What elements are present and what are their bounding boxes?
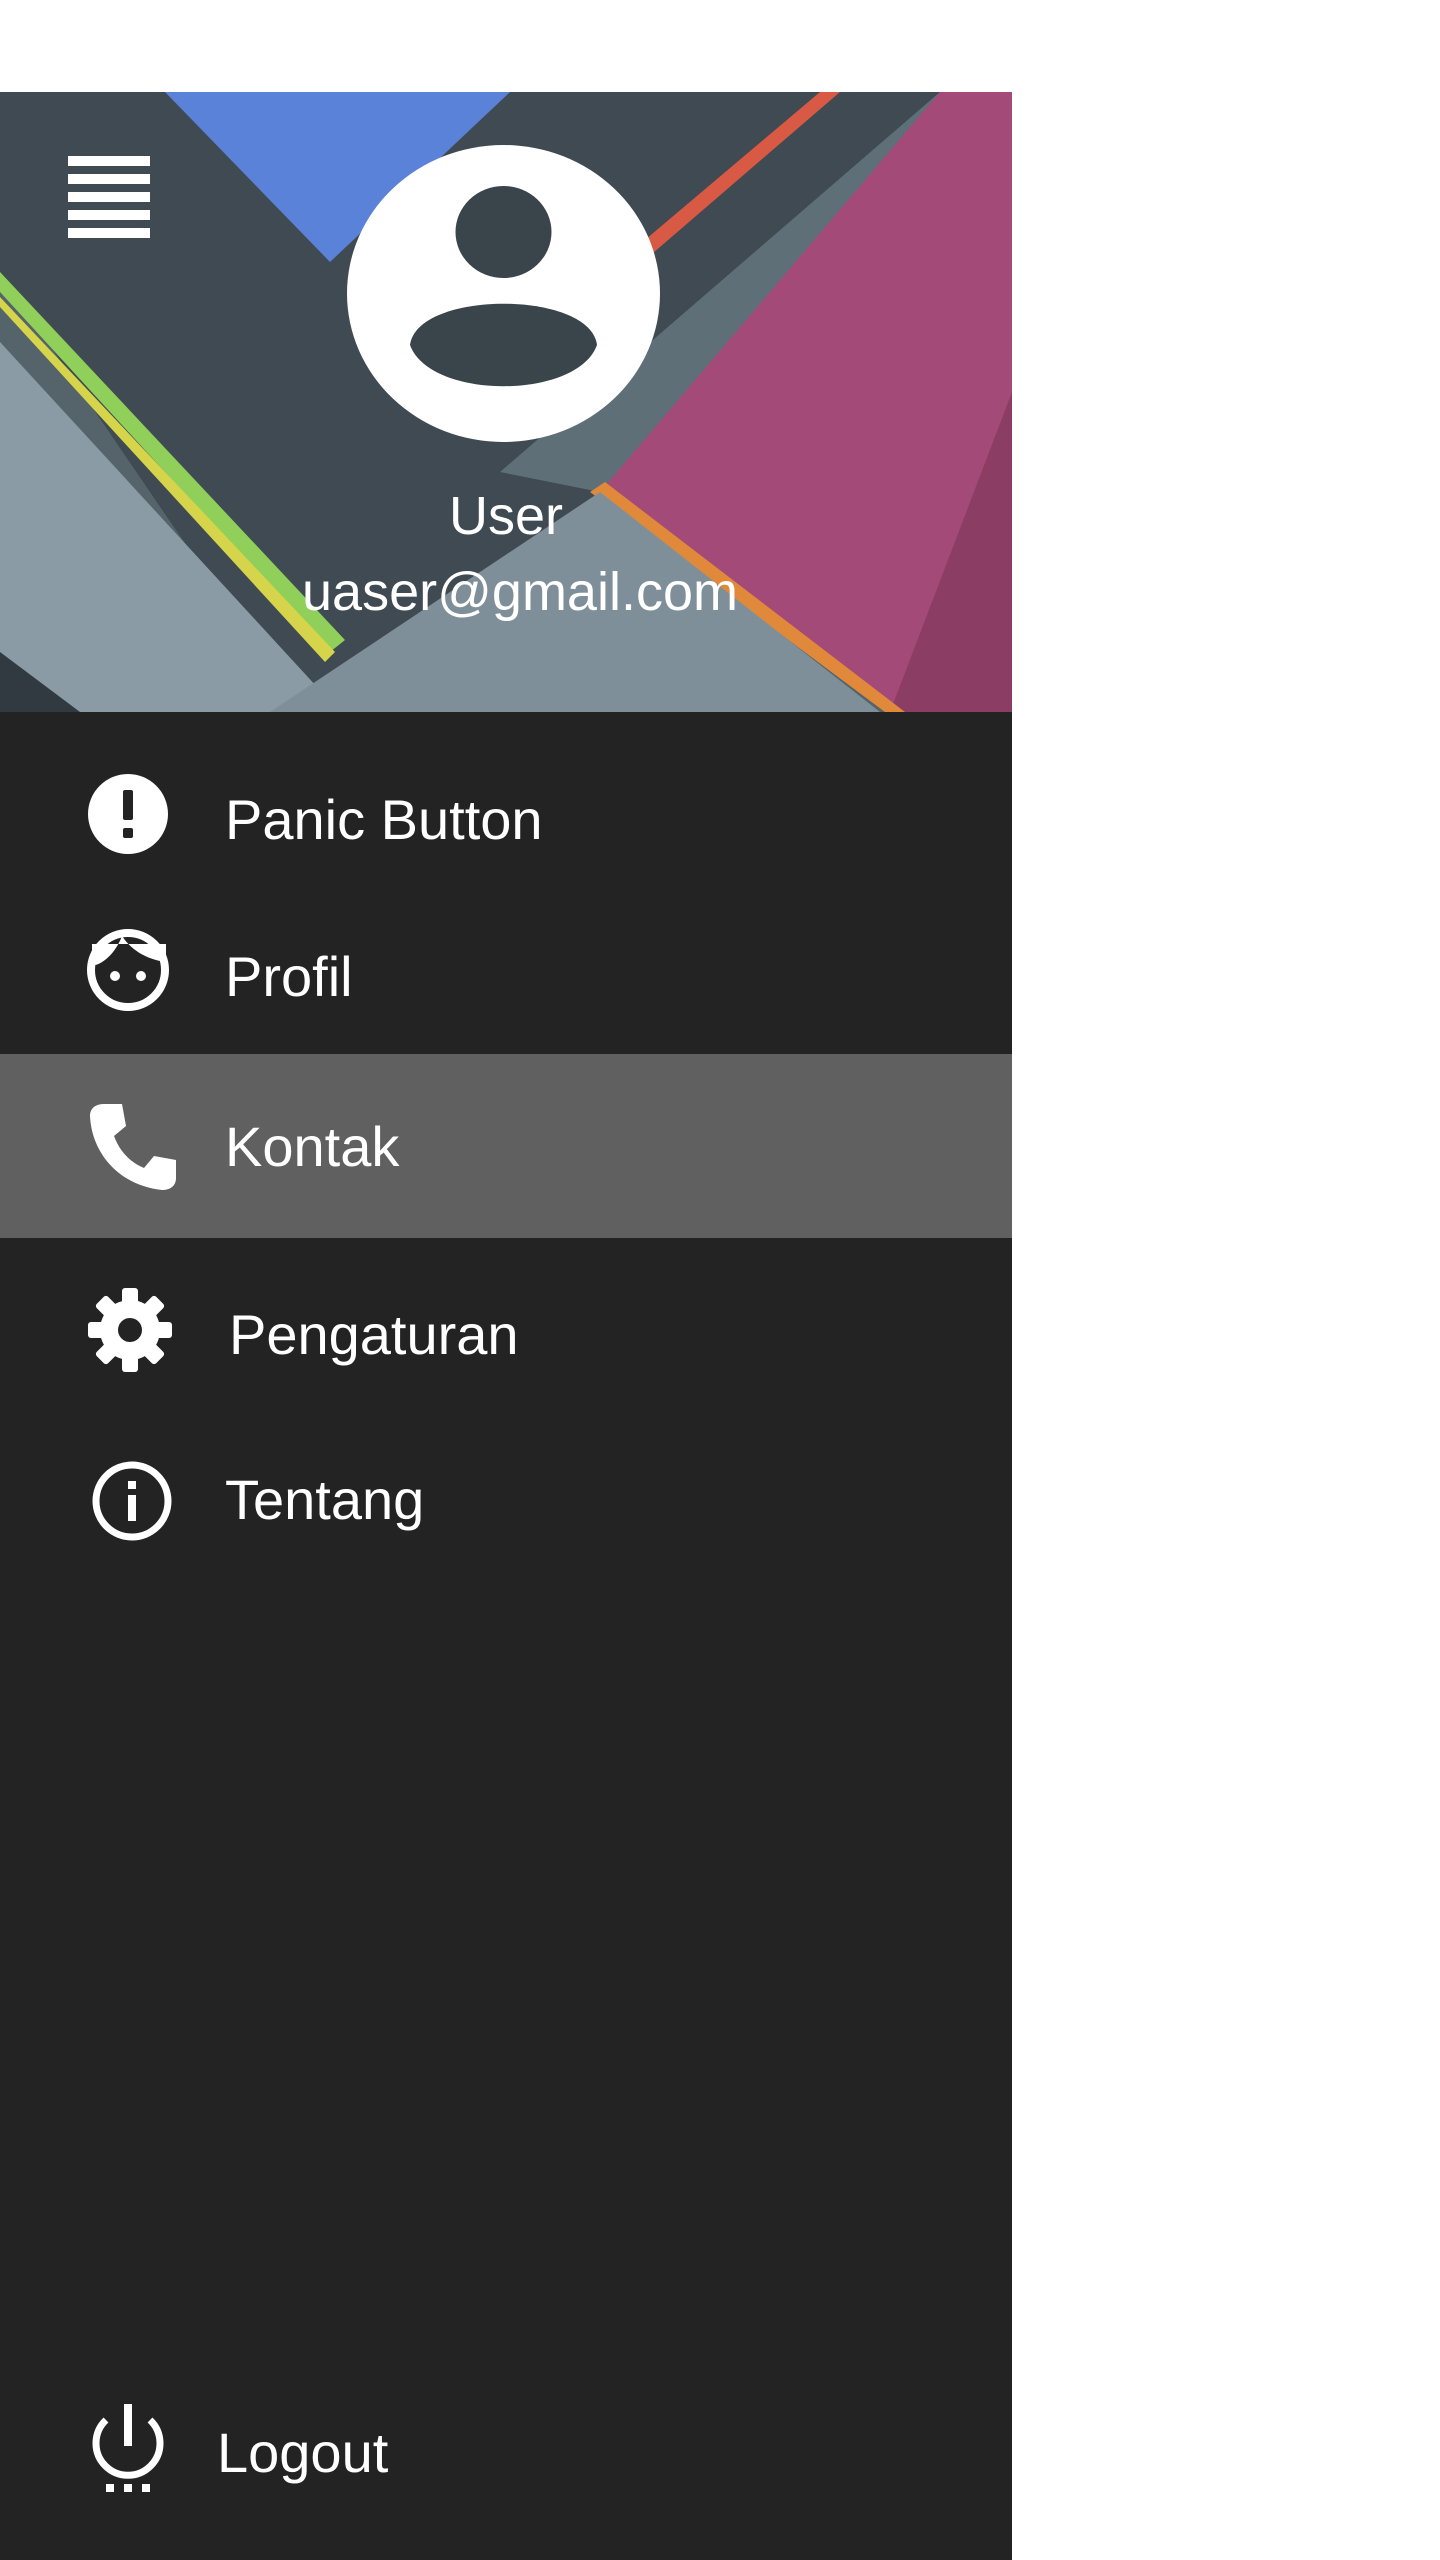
logout-label: Logout — [217, 2421, 389, 2484]
gear-icon — [82, 1284, 178, 1380]
menu-item-profil[interactable]: Profil — [0, 902, 1012, 1052]
menu-icon[interactable] — [64, 152, 154, 242]
menu-item-label: Tentang — [225, 1468, 425, 1531]
user-name: User — [448, 486, 563, 546]
phone-icon — [82, 1100, 178, 1196]
alert-circle-icon — [82, 768, 178, 864]
face-icon — [82, 924, 178, 1020]
info-icon — [82, 1451, 178, 1547]
menu-item-tentang[interactable]: Tentang — [0, 1429, 1012, 1579]
logout-button[interactable]: Logout — [0, 2382, 1012, 2532]
navigation-drawer: User uaser@gmail.com Panic Button Profil… — [0, 92, 1012, 2560]
power-icon — [80, 2400, 176, 2496]
account-circle-icon[interactable] — [347, 145, 660, 442]
menu-item-label: Kontak — [225, 1115, 400, 1178]
menu-item-label: Profil — [225, 945, 353, 1008]
menu-item-kontak[interactable]: Kontak — [0, 1054, 1012, 1238]
menu-item-pengaturan[interactable]: Pengaturan — [0, 1262, 1012, 1412]
drawer-header: User uaser@gmail.com — [0, 92, 1012, 712]
menu-item-label: Panic Button — [225, 788, 543, 851]
screen: User uaser@gmail.com Panic Button Profil… — [0, 0, 1440, 2560]
menu-item-label: Pengaturan — [229, 1303, 519, 1366]
menu-item-panic-button[interactable]: Panic Button — [0, 745, 1012, 895]
user-email: uaser@gmail.com — [302, 562, 738, 622]
